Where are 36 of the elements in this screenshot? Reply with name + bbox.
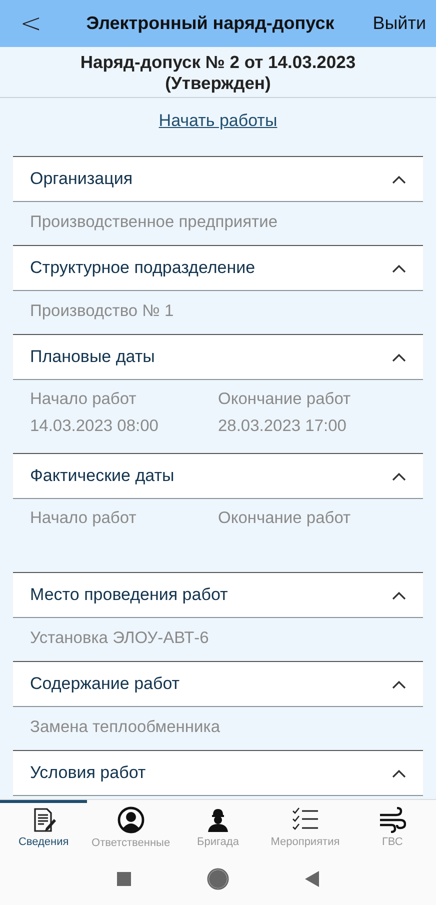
chevron-icon <box>392 768 406 778</box>
field-value: Производство № 1 <box>30 302 174 320</box>
recents-icon[interactable] <box>117 872 131 886</box>
section-header[interactable]: Содержание работ <box>13 661 423 707</box>
home-icon[interactable] <box>207 868 229 890</box>
section-header[interactable]: Организация <box>13 156 423 202</box>
chevron-icon <box>392 590 406 600</box>
field-label: Окончание работ <box>218 509 352 528</box>
field-value: Производственное предприятие <box>30 212 278 232</box>
chevron-icon <box>392 472 406 480</box>
back-button[interactable]: < <box>12 8 50 38</box>
document-status: (Утвержден) <box>164 73 272 94</box>
user-circle-icon <box>116 806 145 834</box>
section-header[interactable]: Место проведения работ <box>13 572 423 618</box>
field-value: Установка ЭЛОУ-АВТ-6 <box>30 628 209 648</box>
field-value: 28.03.2023 17:00 <box>218 417 348 436</box>
chevron-icon <box>392 680 406 688</box>
field-label: Окончание работ <box>218 390 352 409</box>
document-title: Наряд-допуск № 2 от 14.03.2023 <box>79 52 357 73</box>
field-label: Начало работ <box>30 509 138 528</box>
field-value: Замена теплообменника <box>30 718 220 736</box>
section-header[interactable]: Условия работ <box>13 750 423 796</box>
worker-icon <box>205 807 231 833</box>
wind-icon <box>378 807 406 833</box>
start-work-link[interactable]: Начать работы <box>158 111 278 130</box>
chevron-icon <box>392 264 406 272</box>
app-title: Электронный наряд-допуск <box>85 13 336 34</box>
chevron-icon <box>392 174 406 184</box>
chevron-icon <box>392 352 406 362</box>
exit-button[interactable]: Выйти <box>370 13 428 34</box>
back-icon[interactable] <box>305 870 319 886</box>
field-label: Начало работ <box>30 390 138 409</box>
field-value: 14.03.2023 08:00 <box>30 417 160 436</box>
section-header[interactable]: Плановые даты <box>13 334 423 380</box>
section-header[interactable]: Фактические даты <box>13 453 423 499</box>
section-header[interactable]: Структурное подразделение <box>13 245 423 291</box>
